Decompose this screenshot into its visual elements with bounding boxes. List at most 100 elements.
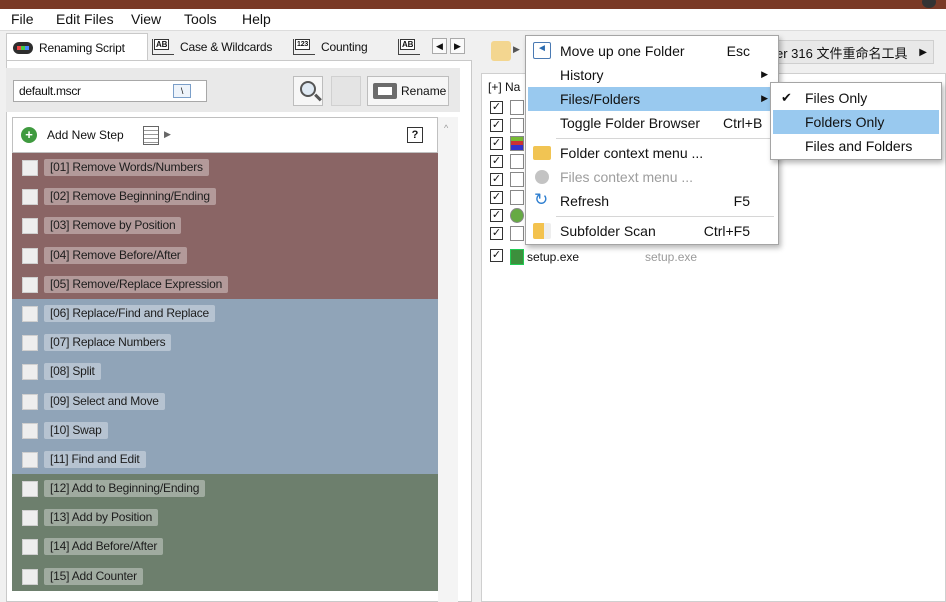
step-item[interactable]: [12] Add to Beginning/Ending — [12, 474, 438, 504]
add-new-step-button[interactable]: Add New Step — [47, 128, 124, 142]
menu-item-refresh[interactable]: Refresh F5 — [528, 189, 776, 213]
file-checkbox[interactable]: ✓ — [490, 249, 503, 262]
menu-item-history[interactable]: History ▶ — [528, 63, 776, 87]
folder-icon — [533, 146, 551, 160]
step-checkbox[interactable] — [22, 422, 38, 439]
step-item[interactable]: [05] Remove/Replace Expression — [12, 269, 438, 299]
search-button[interactable] — [293, 76, 323, 106]
menu-tools[interactable]: Tools — [184, 11, 217, 27]
file-checkbox[interactable]: ✓ — [490, 173, 503, 186]
step-label[interactable]: [05] Remove/Replace Expression — [44, 275, 229, 293]
file-checkbox[interactable]: ✓ — [490, 119, 503, 132]
file-name[interactable]: setup.exe — [527, 250, 579, 264]
step-label[interactable]: [06] Replace/Find and Replace — [44, 304, 215, 322]
step-checkbox[interactable] — [22, 305, 38, 322]
step-item[interactable]: [06] Replace/Find and Replace — [12, 298, 438, 329]
menu-item-files-and-folders[interactable]: Files and Folders — [773, 134, 939, 158]
file-checkbox[interactable]: ✓ — [490, 101, 503, 114]
step-item[interactable]: [02] Remove Beginning/Ending — [12, 182, 438, 212]
step-item[interactable]: [11] Find and Edit — [12, 444, 438, 475]
chevron-right-icon[interactable]: ▶ — [513, 44, 520, 55]
step-checkbox[interactable] — [22, 189, 38, 206]
step-list: [01] Remove Words/Numbers [02] Remove Be… — [12, 153, 438, 591]
step-item[interactable]: [09] Select and Move — [12, 386, 438, 416]
file-checkbox[interactable]: ✓ — [490, 155, 503, 168]
tab-scroll-right-icon[interactable]: ▶ — [450, 38, 465, 54]
steps-scrollbar[interactable]: ^ — [438, 117, 458, 602]
step-item[interactable]: [13] Add by Position — [12, 503, 438, 533]
step-item[interactable]: [15] Add Counter — [12, 561, 438, 591]
step-checkbox[interactable] — [22, 364, 38, 381]
menu-view[interactable]: View — [131, 11, 161, 27]
file-checkbox[interactable]: ✓ — [490, 209, 503, 222]
step-checkbox[interactable] — [22, 218, 38, 235]
step-item[interactable]: [03] Remove by Position — [12, 211, 438, 241]
step-list-icon[interactable] — [143, 126, 171, 145]
step-checkbox[interactable] — [22, 539, 38, 556]
step-label[interactable]: [04] Remove Before/After — [44, 246, 187, 264]
rename-label: Rename — [401, 84, 447, 98]
name-column-header[interactable]: [+] Na — [488, 80, 520, 94]
tab-more[interactable] — [398, 35, 426, 59]
tab-renaming-script[interactable]: Renaming Script — [6, 33, 148, 61]
counting-icon — [293, 39, 315, 55]
step-item[interactable]: [07] Replace Numbers — [12, 328, 438, 358]
step-label[interactable]: [07] Replace Numbers — [44, 334, 172, 352]
close-icon[interactable] — [922, 0, 936, 8]
menu-item-files-folders[interactable]: Files/Folders ▶ — [528, 87, 776, 111]
tab-scroll-left-icon[interactable]: ◀ — [432, 38, 447, 54]
step-label[interactable]: [01] Remove Words/Numbers — [44, 159, 209, 176]
file-checkbox[interactable]: ✓ — [490, 227, 503, 240]
step-checkbox[interactable] — [22, 160, 38, 176]
tab-counting[interactable]: Counting — [293, 35, 368, 59]
step-label[interactable]: [15] Add Counter — [44, 567, 143, 585]
menu-file[interactable]: File — [11, 11, 34, 27]
step-checkbox[interactable] — [22, 276, 38, 293]
menu-item-folders-only[interactable]: Folders Only — [773, 110, 939, 134]
step-item[interactable]: [01] Remove Words/Numbers — [12, 153, 438, 183]
step-label[interactable]: [12] Add to Beginning/Ending — [44, 480, 206, 498]
step-checkbox[interactable] — [22, 510, 38, 527]
step-item[interactable]: [10] Swap — [12, 415, 438, 445]
menu-item-folder-context[interactable]: Folder context menu ... — [528, 141, 776, 165]
step-checkbox[interactable] — [22, 247, 38, 264]
step-label[interactable]: [03] Remove by Position — [44, 217, 182, 235]
step-label[interactable]: [09] Select and Move — [44, 392, 165, 410]
rename-button[interactable]: Rename — [367, 76, 449, 106]
menu-item-files-only[interactable]: ✔ Files Only — [773, 86, 939, 110]
file-checkbox[interactable]: ✓ — [490, 137, 503, 150]
step-checkbox[interactable] — [22, 451, 38, 468]
file-checkbox[interactable]: ✓ — [490, 191, 503, 204]
step-item[interactable]: [08] Split — [12, 357, 438, 387]
step-checkbox[interactable] — [22, 481, 38, 498]
tab-case-wildcards[interactable]: Case & Wildcards — [152, 35, 272, 59]
hand-icon[interactable] — [491, 41, 511, 61]
step-item[interactable]: [14] Add Before/After — [12, 532, 438, 562]
step-label[interactable]: [14] Add Before/After — [44, 538, 164, 556]
add-icon[interactable]: + — [21, 127, 37, 143]
chevron-down-icon[interactable]: \ — [173, 84, 191, 98]
blank-button[interactable] — [331, 76, 361, 106]
step-checkbox[interactable] — [22, 335, 38, 352]
menu-help[interactable]: Help — [242, 11, 271, 27]
step-checkbox[interactable] — [22, 393, 38, 410]
help-button[interactable]: ? — [407, 127, 423, 143]
menu-item-subfolder-scan[interactable]: Subfolder Scan Ctrl+F5 — [528, 219, 776, 243]
gear-file-icon — [510, 154, 524, 169]
script-file-select[interactable]: default.mscr \ — [13, 80, 207, 102]
step-label[interactable]: [11] Find and Edit — [44, 450, 146, 468]
chevron-right-icon[interactable]: ▶ — [919, 47, 927, 58]
folder-up-icon — [533, 42, 551, 59]
menu-edit-files[interactable]: Edit Files — [56, 11, 114, 27]
path-breadcrumb[interactable]: er 316 文件重命名工具 ▶ — [772, 40, 934, 64]
step-checkbox[interactable] — [22, 568, 38, 585]
step-label[interactable]: [13] Add by Position — [44, 509, 159, 527]
menu-item-toggle-folder-browser[interactable]: Toggle Folder Browser Ctrl+B — [528, 111, 776, 135]
step-label[interactable]: [02] Remove Beginning/Ending — [44, 188, 216, 206]
menu-item-shortcut: F5 — [733, 193, 750, 209]
menu-item-move-up[interactable]: Move up one Folder Esc — [528, 39, 776, 63]
step-label[interactable]: [08] Split — [44, 363, 101, 381]
step-label[interactable]: [10] Swap — [44, 421, 108, 439]
scroll-up-icon[interactable]: ^ — [444, 123, 448, 133]
step-item[interactable]: [04] Remove Before/After — [12, 240, 438, 270]
